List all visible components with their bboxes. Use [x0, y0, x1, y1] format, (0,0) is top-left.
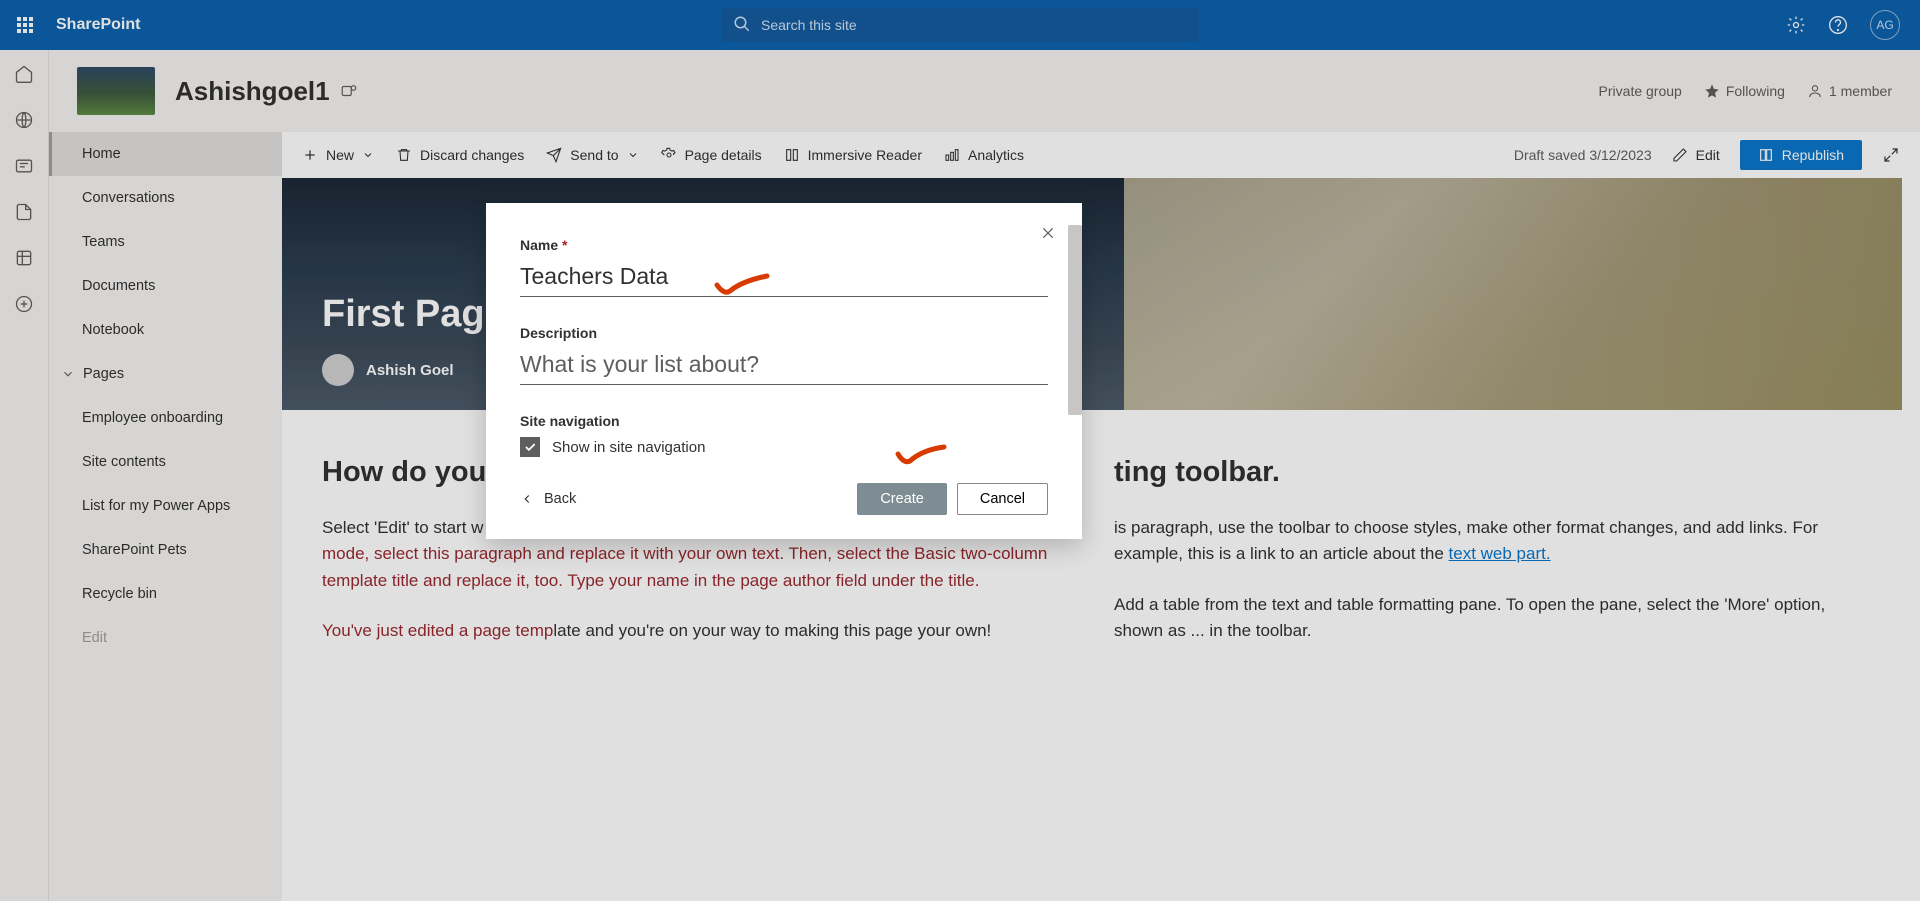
- sidebar-item-teams[interactable]: Teams: [49, 220, 282, 264]
- author-avatar: [322, 354, 354, 386]
- send-icon: [546, 147, 562, 163]
- app-launcher[interactable]: [0, 0, 50, 50]
- sidebar-item-employee-onboarding[interactable]: Employee onboarding: [49, 396, 282, 440]
- add-icon[interactable]: [14, 294, 34, 314]
- pencil-icon: [1672, 147, 1688, 163]
- edit-button[interactable]: Edit: [1672, 147, 1720, 163]
- show-in-nav-checkbox[interactable]: [520, 437, 540, 457]
- name-input[interactable]: [520, 261, 1048, 297]
- news-icon[interactable]: [14, 156, 34, 176]
- create-button[interactable]: Create: [857, 483, 947, 515]
- text-web-part-link[interactable]: text web part.: [1449, 544, 1551, 563]
- site-logo[interactable]: [77, 67, 155, 115]
- immersive-reader-button[interactable]: Immersive Reader: [784, 147, 922, 163]
- help-icon[interactable]: [1828, 15, 1848, 35]
- sidebar-item-pages[interactable]: Pages: [49, 352, 282, 396]
- discard-icon: [396, 147, 412, 163]
- name-label: Name *: [520, 237, 1048, 253]
- right-heading: ting toolbar.: [1114, 450, 1858, 495]
- brand-label[interactable]: SharePoint: [50, 16, 140, 34]
- avatar[interactable]: AG: [1870, 10, 1900, 40]
- sidebar-item-home[interactable]: Home: [49, 132, 282, 176]
- privacy-label: Private group: [1599, 83, 1682, 99]
- chevron-down-icon: [362, 149, 374, 161]
- sidebar-item-sharepoint-pets[interactable]: SharePoint Pets: [49, 528, 282, 572]
- gear-icon[interactable]: [1786, 15, 1806, 35]
- author-name: Ashish Goel: [366, 362, 454, 379]
- discard-button[interactable]: Discard changes: [396, 147, 524, 163]
- analytics-button[interactable]: Analytics: [944, 147, 1024, 163]
- sidebar-item-documents[interactable]: Documents: [49, 264, 282, 308]
- analytics-icon: [944, 147, 960, 163]
- sidebar-item-site-contents[interactable]: Site contents: [49, 440, 282, 484]
- plus-icon: [302, 147, 318, 163]
- home-icon[interactable]: [14, 64, 34, 84]
- sidebar-item-recycle-bin[interactable]: Recycle bin: [49, 572, 282, 616]
- scrollbar[interactable]: [1068, 225, 1082, 415]
- send-to-button[interactable]: Send to: [546, 147, 638, 163]
- draft-saved-label: Draft saved 3/12/2023: [1514, 147, 1652, 163]
- members-button[interactable]: 1 member: [1807, 83, 1892, 99]
- close-button[interactable]: [1040, 225, 1056, 246]
- reader-icon: [784, 147, 800, 163]
- chevron-left-icon: [520, 492, 534, 506]
- page-details-button[interactable]: Page details: [661, 147, 762, 163]
- command-bar: New Discard changes Send to Page: [282, 132, 1920, 178]
- site-header: Ashishgoel1 Private group Following 1 me…: [48, 50, 1920, 132]
- files-icon[interactable]: [14, 202, 34, 222]
- chevron-down-icon: [61, 367, 75, 381]
- site-title[interactable]: Ashishgoel1: [175, 76, 330, 107]
- site-navigation-label: Site navigation: [520, 413, 1048, 429]
- description-input[interactable]: [520, 349, 1048, 385]
- check-icon: [523, 440, 537, 454]
- globe-icon[interactable]: [14, 110, 34, 130]
- expand-icon[interactable]: [1882, 146, 1900, 164]
- show-in-nav-label: Show in site navigation: [552, 439, 705, 456]
- gear-icon: [661, 147, 677, 163]
- create-list-dialog: Name * Description Site navigation Show …: [486, 203, 1082, 539]
- cancel-button[interactable]: Cancel: [957, 483, 1048, 515]
- content-right-column: ting toolbar. is paragraph, use the tool…: [1114, 450, 1858, 644]
- sidebar-item-conversations[interactable]: Conversations: [49, 176, 282, 220]
- person-icon: [1807, 83, 1823, 99]
- back-button[interactable]: Back: [520, 491, 576, 507]
- sidebar-item-notebook[interactable]: Notebook: [49, 308, 282, 352]
- republish-button[interactable]: Republish: [1740, 140, 1862, 170]
- search-input[interactable]: [721, 8, 1199, 42]
- star-icon: [1704, 83, 1720, 99]
- chevron-down-icon: [627, 149, 639, 161]
- sidebar-item-edit-nav[interactable]: Edit: [49, 616, 282, 660]
- book-icon: [1758, 147, 1774, 163]
- search-icon: [733, 15, 751, 33]
- close-icon: [1040, 225, 1056, 241]
- waffle-icon: [17, 17, 33, 33]
- following-button[interactable]: Following: [1704, 83, 1785, 99]
- new-button[interactable]: New: [302, 147, 374, 163]
- sidebar-item-list-power-apps[interactable]: List for my Power Apps: [49, 484, 282, 528]
- teams-icon[interactable]: [340, 82, 358, 100]
- description-label: Description: [520, 325, 1048, 341]
- lists-icon[interactable]: [14, 248, 34, 268]
